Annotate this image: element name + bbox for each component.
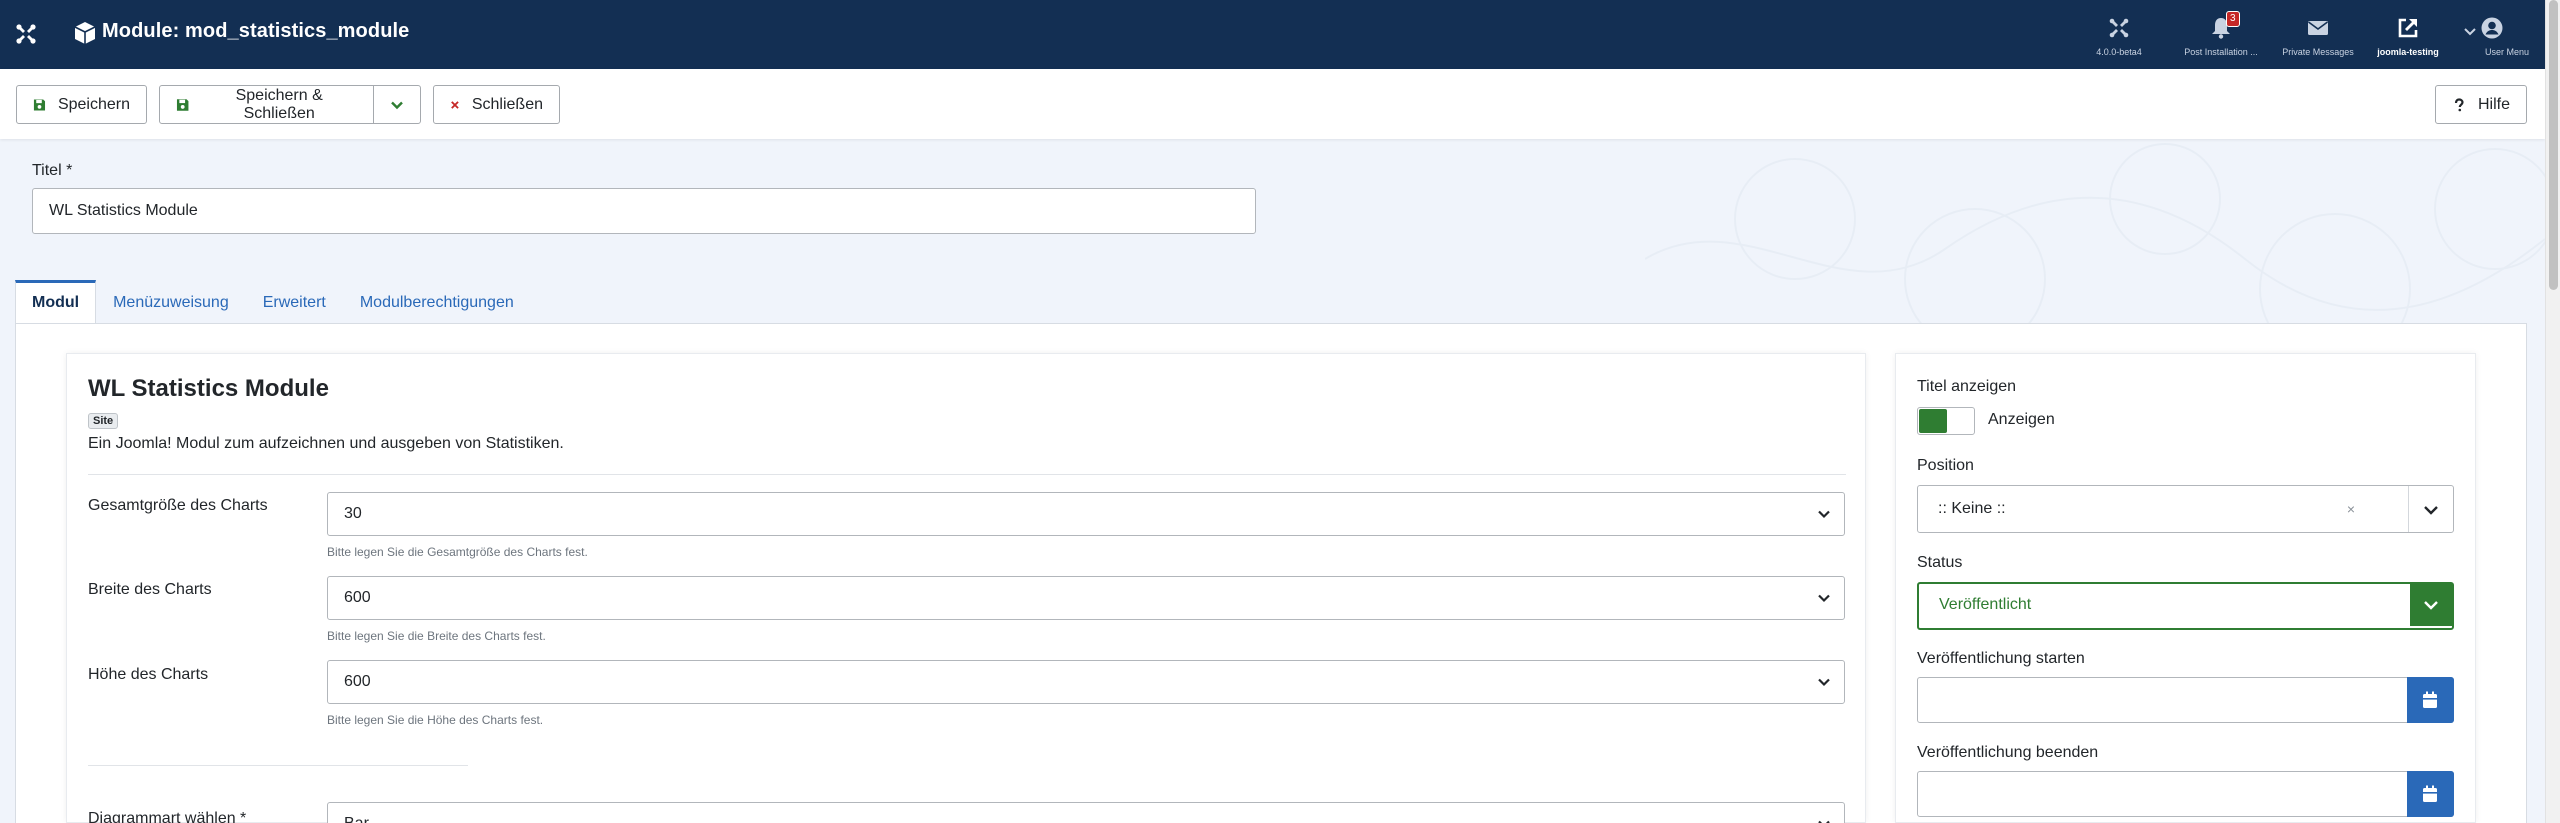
- chart-size-select[interactable]: 30: [327, 492, 1845, 536]
- chart-width-hint: Bitte legen Sie die Breite des Charts fe…: [327, 629, 546, 643]
- chart-width-value: 600: [344, 589, 371, 606]
- chart-height-hint: Bitte legen Sie die Höhe des Charts fest…: [327, 713, 544, 727]
- module-settings-card: Titel anzeigen Anzeigen Position :: Kein…: [1895, 353, 2476, 823]
- chevron-down-icon: [2424, 601, 2438, 610]
- close-button[interactable]: Schließen: [433, 85, 560, 124]
- show-title-switch[interactable]: [1917, 407, 1975, 435]
- chart-width-select[interactable]: 600: [327, 576, 1845, 620]
- background-pattern: [1645, 143, 2545, 339]
- chart-width-label: Breite des Charts: [88, 581, 212, 598]
- chevron-down-icon: [2424, 506, 2438, 515]
- module-name: WL Statistics Module: [88, 375, 329, 402]
- publish-down-input[interactable]: [1917, 771, 2454, 817]
- save-button[interactable]: Speichern: [16, 85, 147, 124]
- publish-up-label: Veröffentlichung starten: [1917, 650, 2085, 667]
- switch-knob: [1919, 409, 1947, 433]
- user-menu-label: User Menu: [2484, 47, 2529, 57]
- site-link[interactable]: joomla-testing: [2360, 16, 2456, 62]
- separator: [2408, 486, 2409, 532]
- divider: [88, 474, 1846, 475]
- clear-position-button[interactable]: ×: [2347, 486, 2355, 532]
- page-scrollbar[interactable]: [2545, 0, 2560, 823]
- joomla-logo-icon[interactable]: [13, 21, 39, 47]
- floppy-disk-icon: [176, 98, 189, 111]
- private-messages-menu[interactable]: Private Messages: [2270, 16, 2366, 62]
- chart-type-select[interactable]: Bar: [327, 802, 1845, 823]
- top-header: Module: mod_statistics_module 4.0.0-beta…: [0, 0, 2545, 69]
- post-installation-menu[interactable]: 3 Post Installation ...: [2173, 11, 2269, 62]
- external-link-icon: [2398, 18, 2418, 38]
- position-select[interactable]: :: Keine :: ×: [1917, 485, 2454, 533]
- tab-permissions[interactable]: Modulberechtigungen: [343, 280, 531, 324]
- tab-bar: Modul Menüzuweisung Erweitert Modulberec…: [15, 280, 531, 324]
- notification-badge: 3: [2226, 11, 2240, 27]
- chart-type-label: Diagrammart wählen *: [88, 810, 247, 823]
- tab-advanced[interactable]: Erweitert: [246, 280, 343, 324]
- chart-height-value: 600: [344, 673, 371, 690]
- save-close-button[interactable]: Speichern & Schließen: [159, 85, 374, 124]
- page-title: Module: mod_statistics_module: [102, 20, 410, 42]
- publish-down-calendar-button[interactable]: [2407, 771, 2454, 817]
- status-value: Veröffentlicht: [1939, 596, 2032, 613]
- tab-menu-assignment[interactable]: Menüzuweisung: [96, 280, 246, 324]
- joomla-icon: [2109, 18, 2129, 38]
- save-label: Speichern: [57, 95, 130, 113]
- chart-type-value: Bar: [344, 815, 369, 823]
- chart-size-value: 30: [344, 505, 362, 522]
- status-label: Status: [1917, 554, 1963, 571]
- user-menu[interactable]: User Menu: [2444, 16, 2540, 62]
- status-select[interactable]: Veröffentlicht: [1917, 582, 2454, 630]
- chart-height-select[interactable]: 600: [327, 660, 1845, 704]
- post-installation-label: Post Installation ...: [2184, 47, 2258, 57]
- chevron-down-icon: [1818, 678, 1830, 687]
- publish-up-calendar-button[interactable]: [2407, 677, 2454, 723]
- publish-down-label: Veröffentlichung beenden: [1917, 744, 2099, 761]
- help-label: Hilfe: [2477, 95, 2510, 113]
- close-label: Schließen: [471, 95, 543, 113]
- private-messages-label: Private Messages: [2282, 47, 2354, 57]
- position-value: :: Keine ::: [1938, 500, 2006, 517]
- module-options-card: WL Statistics Module Site Ein Joomla! Mo…: [66, 353, 1866, 823]
- cube-icon: [74, 22, 96, 44]
- chart-height-label: Höhe des Charts: [88, 666, 209, 683]
- floppy-disk-icon: [33, 98, 46, 111]
- show-title-label: Titel anzeigen: [1917, 378, 2017, 395]
- chevron-down-icon: [1818, 510, 1830, 519]
- chevron-down-icon: [2464, 28, 2476, 36]
- position-label: Position: [1917, 457, 1974, 474]
- title-label: Titel *: [32, 162, 73, 179]
- site-link-label: joomla-testing: [2377, 47, 2439, 57]
- title-input[interactable]: WL Statistics Module: [32, 188, 1256, 234]
- close-icon: [451, 100, 459, 109]
- chevron-down-icon: [1818, 594, 1830, 603]
- version-menu[interactable]: 4.0.0-beta4: [2071, 16, 2167, 62]
- envelope-icon: [2308, 21, 2328, 35]
- help-button[interactable]: Hilfe: [2435, 85, 2527, 124]
- version-label: 4.0.0-beta4: [2096, 47, 2142, 57]
- tab-module[interactable]: Modul: [15, 280, 97, 324]
- user-icon: [2481, 17, 2503, 39]
- publish-up-input[interactable]: [1917, 677, 2454, 723]
- calendar-icon: [2423, 785, 2437, 802]
- chart-size-hint: Bitte legen Sie die Gesamtgröße des Char…: [327, 545, 588, 559]
- chevron-down-icon: [391, 101, 403, 109]
- scrollbar-thumb[interactable]: [2549, 0, 2558, 290]
- show-title-value: Anzeigen: [1988, 411, 2055, 428]
- status-dropdown-toggle[interactable]: [2410, 584, 2452, 626]
- site-badge: Site: [88, 413, 119, 429]
- chart-size-label: Gesamtgröße des Charts: [88, 497, 268, 514]
- save-dropdown-toggle[interactable]: [373, 85, 421, 124]
- question-icon: [2454, 97, 2464, 111]
- calendar-icon: [2423, 691, 2437, 708]
- divider: [88, 765, 468, 766]
- toolbar: Speichern Speichern & Schließen Schließe…: [0, 69, 2545, 139]
- chevron-down-icon: [1818, 820, 1830, 823]
- save-close-label: Speichern & Schließen: [235, 86, 323, 122]
- module-description: Ein Joomla! Modul zum aufzeichnen und au…: [88, 435, 564, 452]
